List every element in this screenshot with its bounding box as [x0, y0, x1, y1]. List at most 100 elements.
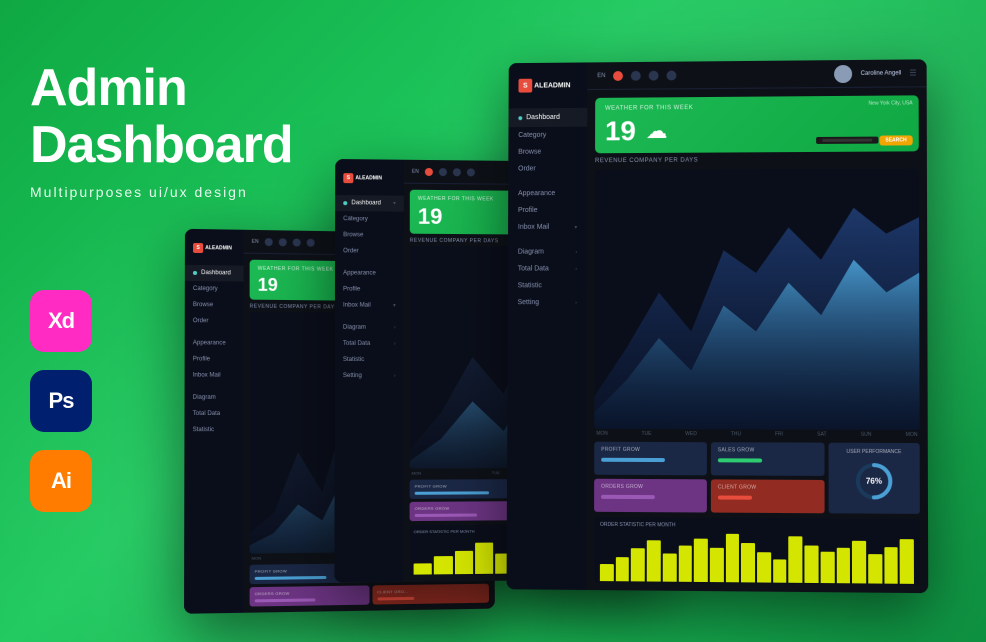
- nav-browse-s2[interactable]: Browse: [335, 227, 404, 244]
- logo-s3: S ALEADMIN: [509, 70, 588, 100]
- weather-temp-s3: 19: [605, 117, 636, 145]
- bell-icon-s2: [453, 168, 461, 176]
- nav-inbox-s1[interactable]: Inbox Mail: [185, 367, 244, 383]
- clients-bar-s1: [377, 597, 415, 601]
- logo-s2: S ALEADMIN: [335, 167, 404, 190]
- heart-icon-s2: [425, 167, 433, 175]
- nav-category-s2[interactable]: Category: [335, 211, 404, 228]
- stat-orders-s1: ORDERS GROW: [250, 585, 369, 606]
- settings-icon-s3: [667, 70, 677, 80]
- heart-icon-s3: [613, 71, 623, 81]
- cloud-icon-s3: ☁: [646, 118, 668, 144]
- nav-appearance-s2[interactable]: Appearance: [335, 265, 404, 281]
- nav-diagram-s1[interactable]: Diagram: [185, 390, 244, 406]
- logo-dot-s2: S: [343, 173, 353, 183]
- bell-icon-s1: [293, 238, 301, 246]
- stats-grid-s3: PROFIT GROW SALES GROW USER PERFORMANCE: [594, 442, 920, 514]
- arrow-diagram-s3: ›: [575, 249, 577, 255]
- orders-bar-s1: [255, 598, 315, 602]
- nav-order-s3[interactable]: Order: [508, 160, 587, 177]
- stat-clients-s1: CLIENT GRO...: [372, 584, 489, 605]
- nav-appearance-s1[interactable]: Appearance: [185, 335, 244, 351]
- arrow-setting-s3: ›: [575, 300, 577, 306]
- avatar-s3: [835, 64, 853, 82]
- arrow-total-s3: ›: [575, 266, 577, 272]
- logo-dot-s3: S: [518, 79, 532, 93]
- nav-inbox-s2[interactable]: Inbox Mail ▾: [335, 297, 404, 313]
- sidebar-s1: S ALEADMIN Dashboard Category Browse Ord…: [184, 229, 244, 614]
- x-axis-s3: MON TUE WED THU FRI SAT SUN MON: [594, 431, 919, 438]
- search-bar-s3[interactable]: [822, 139, 872, 142]
- nav-totaldata-s2[interactable]: Total Data ›: [335, 336, 404, 352]
- bars-container-s3: [600, 533, 914, 584]
- search-icon-s1: [279, 238, 287, 246]
- ps-icon: Ps: [30, 370, 92, 432]
- nav-category-s3[interactable]: Category: [508, 127, 587, 144]
- weather-card-s3: WEATHER FOR THIS WEEK 19 ☁ New York City…: [595, 95, 919, 153]
- nav-totaldata-s3[interactable]: Total Data ›: [508, 260, 587, 277]
- stat-profit-s3: PROFIT GROW: [594, 442, 707, 476]
- nav-profile-s2[interactable]: Profile: [335, 281, 404, 297]
- nav-statistic-s1[interactable]: Statistic: [184, 422, 243, 438]
- nav-totaldata-s1[interactable]: Total Data: [184, 406, 243, 422]
- chart-area-s3: [594, 168, 919, 430]
- bar-4: [475, 543, 493, 574]
- nav-dot-s1: [193, 271, 197, 275]
- nav-browse-s3[interactable]: Browse: [508, 143, 587, 160]
- main-s3: EN Caroline Angell ☰ WEATHER FOR THIS WE…: [586, 59, 928, 593]
- nav-order-s1[interactable]: Order: [185, 313, 244, 330]
- bar-3: [455, 550, 473, 574]
- search-button-s3[interactable]: SEARCH: [879, 135, 912, 145]
- location-s3: New York City, USA: [868, 100, 912, 106]
- user-name-s3: Caroline Angell: [861, 70, 902, 76]
- bar-chart-s3: ORDER STATISTIC PER MONTH: [594, 517, 920, 585]
- nav-dashboard-s1[interactable]: Dashboard: [185, 265, 244, 282]
- tool-icons-section: Xd Ps Ai: [30, 290, 92, 512]
- menu-icon-s3: ☰: [909, 68, 916, 77]
- nav-order-s2[interactable]: Order: [335, 243, 404, 259]
- nav-setting-s3[interactable]: Setting ›: [508, 294, 587, 311]
- perf-card-s3: USER PERFORMANCE 76%: [828, 443, 920, 514]
- sidebar-s2: S ALEADMIN Dashboard ▾ Category Browse O…: [334, 159, 403, 583]
- stat-orders-s3: ORDERS GROW: [594, 479, 707, 513]
- logo-dot-s1: S: [193, 243, 203, 253]
- nav-statistic-s3[interactable]: Statistic: [508, 277, 587, 294]
- nav-dashboard-s2[interactable]: Dashboard ▾: [335, 195, 404, 212]
- heart-icon-s1: [265, 238, 273, 246]
- hero-section: Admin Dashboard Multipurposes ui/ux desi…: [30, 60, 293, 200]
- bell-icon-s3: [649, 70, 659, 80]
- nav-category-s1[interactable]: Category: [185, 281, 244, 298]
- settings-icon-s1: [307, 238, 315, 246]
- nav-appearance-s3[interactable]: Appearance: [508, 185, 587, 202]
- nav-dashboard-s3[interactable]: Dashboard: [508, 108, 587, 127]
- arrow-icon-inbox-s2: ▾: [393, 303, 396, 309]
- profit-bar-s1: [255, 576, 326, 580]
- perf-value-s3: 76%: [866, 477, 882, 486]
- nav-setting-s2[interactable]: Setting ›: [335, 368, 404, 384]
- nav-profile-s1[interactable]: Profile: [185, 351, 244, 367]
- nav-browse-s1[interactable]: Browse: [185, 297, 244, 314]
- nav-diagram-s2[interactable]: Diagram ›: [335, 320, 404, 336]
- nav-profile-s3[interactable]: Profile: [508, 202, 587, 219]
- ai-icon: Ai: [30, 450, 92, 512]
- hero-subtitle: Multipurposes ui/ux design: [30, 184, 293, 200]
- nav-diagram-s3[interactable]: Diagram ›: [508, 243, 587, 260]
- stat-clients-s3: CLIENT GROW: [711, 479, 825, 513]
- bar-1: [414, 564, 433, 575]
- nav-statistic-s2[interactable]: Statistic: [335, 352, 404, 368]
- arrow-icon-diagram-s2: ›: [394, 325, 396, 331]
- settings-icon-s2: [467, 168, 475, 176]
- screens-container: S ALEADMIN Dashboard Category Browse Ord…: [186, 30, 986, 630]
- nav-inbox-s3[interactable]: Inbox Mail ▾: [508, 219, 587, 236]
- xd-icon: Xd: [30, 290, 92, 352]
- arrow-icon-s2: ▾: [393, 201, 396, 207]
- logo-s1: S ALEADMIN: [185, 237, 244, 260]
- stat-sales-s3: SALES GROW: [711, 442, 824, 476]
- sidebar-s3: S ALEADMIN Dashboard Category Browse Ord…: [507, 62, 588, 590]
- arrow-icon-total-s2: ›: [394, 341, 396, 347]
- search-icon-s2: [439, 168, 447, 176]
- topbar-s3: EN Caroline Angell ☰: [587, 59, 926, 90]
- screen-3: S ALEADMIN Dashboard Category Browse Ord…: [507, 59, 929, 593]
- bar-2: [434, 556, 452, 574]
- search-icon-s3: [631, 70, 641, 80]
